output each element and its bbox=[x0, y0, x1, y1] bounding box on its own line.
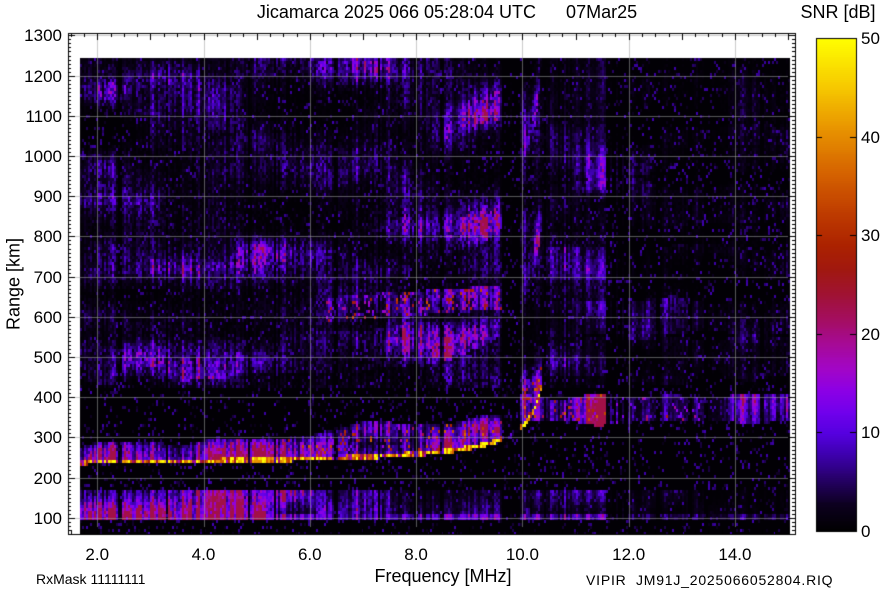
y-tick-label: 100 bbox=[33, 508, 62, 528]
y-tick-label: 900 bbox=[33, 187, 62, 207]
x-tick-label: 4.0 bbox=[191, 545, 216, 564]
ionogram-viewer: Jicamarca 2025 066 05:28:04 UTC 07Mar25 … bbox=[0, 0, 884, 595]
ionogram-plot-canvas bbox=[0, 0, 884, 595]
y-tick-label: 800 bbox=[33, 227, 62, 247]
y-tick-label: 200 bbox=[33, 468, 62, 488]
colorbar-tick-label: 10 bbox=[861, 423, 880, 443]
y-tick-label: 700 bbox=[33, 267, 62, 287]
page-title: Jicamarca 2025 066 05:28:04 UTC 07Mar25 bbox=[256, 2, 638, 22]
colorbar-tick-label: 50 bbox=[861, 29, 880, 48]
y-tick-label: 500 bbox=[33, 348, 62, 368]
y-tick-label: 1000 bbox=[24, 147, 62, 167]
colorbar-tick-label: 40 bbox=[861, 127, 880, 147]
colorbar-title: SNR [dB] bbox=[800, 2, 876, 22]
y-tick-label: 400 bbox=[33, 388, 62, 408]
x-tick-label: 14.0 bbox=[718, 545, 752, 564]
y-tick-label: 1300 bbox=[24, 26, 62, 46]
colorbar-tick-label: 30 bbox=[861, 226, 880, 246]
x-axis-label: Frequency [MHz] bbox=[374, 566, 512, 586]
colorbar-tick-label: 20 bbox=[861, 324, 880, 344]
x-tick-label: 10.0 bbox=[505, 545, 539, 564]
footer-filename: VIPIR JM91J_2025066052804.RIQ bbox=[586, 572, 834, 588]
y-tick-label: 300 bbox=[33, 428, 62, 448]
y-tick-label: 1100 bbox=[25, 106, 62, 126]
x-tick-label: 12.0 bbox=[612, 545, 646, 564]
x-tick-label: 8.0 bbox=[404, 545, 428, 564]
y-tick-label: 1200 bbox=[24, 66, 62, 86]
x-tick-label: 2.0 bbox=[85, 545, 110, 564]
x-tick-label: 6.0 bbox=[297, 545, 322, 564]
colorbar-tick-label: 0 bbox=[861, 522, 871, 541]
y-tick-label: 600 bbox=[33, 307, 62, 327]
footer-rxmask: RxMask 11111111 bbox=[36, 571, 146, 587]
